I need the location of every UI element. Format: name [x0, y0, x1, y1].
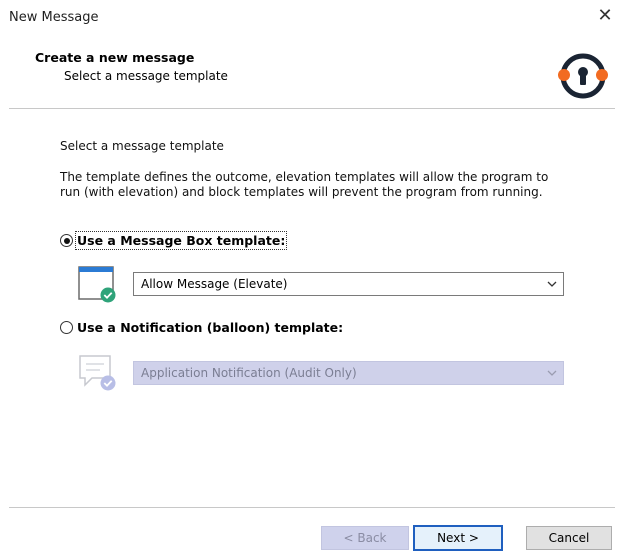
header-title: Create a new message — [35, 50, 195, 65]
message-box-template-dropdown[interactable]: Allow Message (Elevate) — [133, 272, 564, 296]
footer-separator — [9, 507, 615, 508]
chevron-down-icon[interactable] — [541, 362, 563, 384]
back-button[interactable]: < Back — [321, 526, 409, 550]
section-label: Select a message template — [60, 139, 224, 153]
notification-radio[interactable] — [60, 321, 73, 334]
window-title: New Message — [9, 10, 99, 25]
cancel-button[interactable]: Cancel — [526, 526, 612, 550]
privilege-manager-lock-logo-icon — [558, 53, 608, 99]
next-button[interactable]: Next > — [413, 525, 503, 551]
description-line-2: run (with elevation) and block templates… — [60, 185, 543, 199]
chevron-down-icon[interactable] — [541, 273, 563, 295]
message-box-radio[interactable] — [60, 234, 73, 247]
notification-balloon-check-icon — [79, 355, 116, 391]
header-separator — [9, 108, 615, 109]
close-button[interactable]: ✕ — [596, 4, 614, 28]
notification-template-value: Application Notification (Audit Only) — [141, 366, 357, 380]
message-box-window-check-icon — [78, 266, 116, 303]
message-box-template-value: Allow Message (Elevate) — [141, 277, 288, 291]
header-subtitle: Select a message template — [64, 69, 228, 83]
notification-label[interactable]: Use a Notification (balloon) template: — [77, 320, 343, 335]
notification-template-dropdown[interactable]: Application Notification (Audit Only) — [133, 361, 564, 385]
description-line-1: The template defines the outcome, elevat… — [60, 170, 549, 184]
message-box-label[interactable]: Use a Message Box template: — [74, 231, 288, 250]
notification-option[interactable]: Use a Notification (balloon) template: — [60, 320, 343, 335]
message-box-option[interactable]: Use a Message Box template: — [60, 231, 288, 250]
